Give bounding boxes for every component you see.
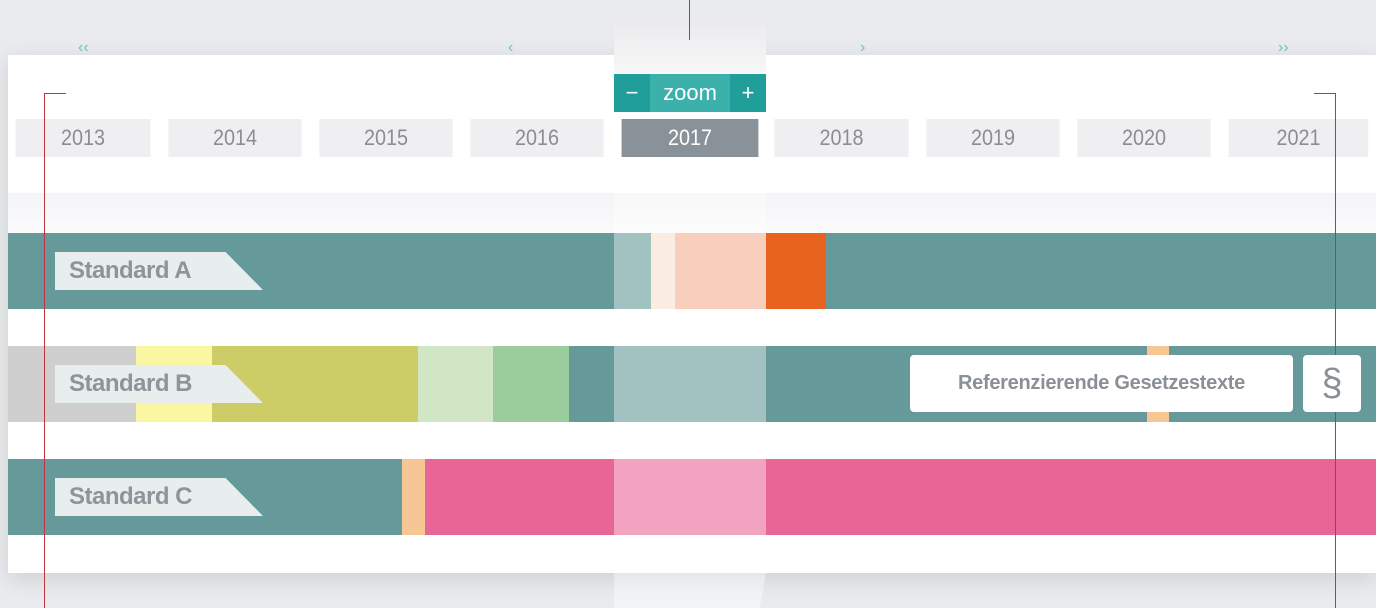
year-2020[interactable]: 2020 <box>1077 119 1211 157</box>
year-2015[interactable]: 2015 <box>319 119 453 157</box>
chevron-right-icon: ›› <box>1278 39 1289 56</box>
year-2019[interactable]: 2019 <box>926 119 1060 157</box>
year-2021[interactable]: 2021 <box>1228 119 1369 157</box>
track-segment <box>766 233 826 309</box>
range-start-marker[interactable] <box>44 93 45 608</box>
current-position-marker <box>689 0 690 40</box>
referencing-laws-button[interactable]: Referenzierende Gesetzestexte <box>910 355 1293 412</box>
track-segment <box>402 459 425 535</box>
chevron-left-icon: ‹‹ <box>78 39 89 56</box>
track-segment <box>493 346 569 422</box>
chevron-left-icon: ‹ <box>508 39 514 56</box>
range-end-marker-tick <box>1314 93 1336 94</box>
track-segment <box>418 346 493 422</box>
year-2013[interactable]: 2013 <box>15 119 151 157</box>
year-2017-selected[interactable]: 2017 <box>621 119 759 157</box>
zoom-lens-top <box>614 24 766 74</box>
range-end-marker[interactable] <box>1335 93 1336 608</box>
zoom-in-button[interactable]: + <box>730 74 766 112</box>
chevron-right-icon: › <box>860 39 866 56</box>
range-start-marker-tick <box>44 93 66 94</box>
zoom-out-button[interactable]: − <box>614 74 650 112</box>
year-2018[interactable]: 2018 <box>774 119 909 157</box>
zoom-label: zoom <box>650 74 730 112</box>
track-segment <box>425 459 1376 535</box>
section-sign-icon[interactable]: § <box>1303 355 1361 412</box>
year-2014[interactable]: 2014 <box>168 119 302 157</box>
year-2016[interactable]: 2016 <box>470 119 604 157</box>
